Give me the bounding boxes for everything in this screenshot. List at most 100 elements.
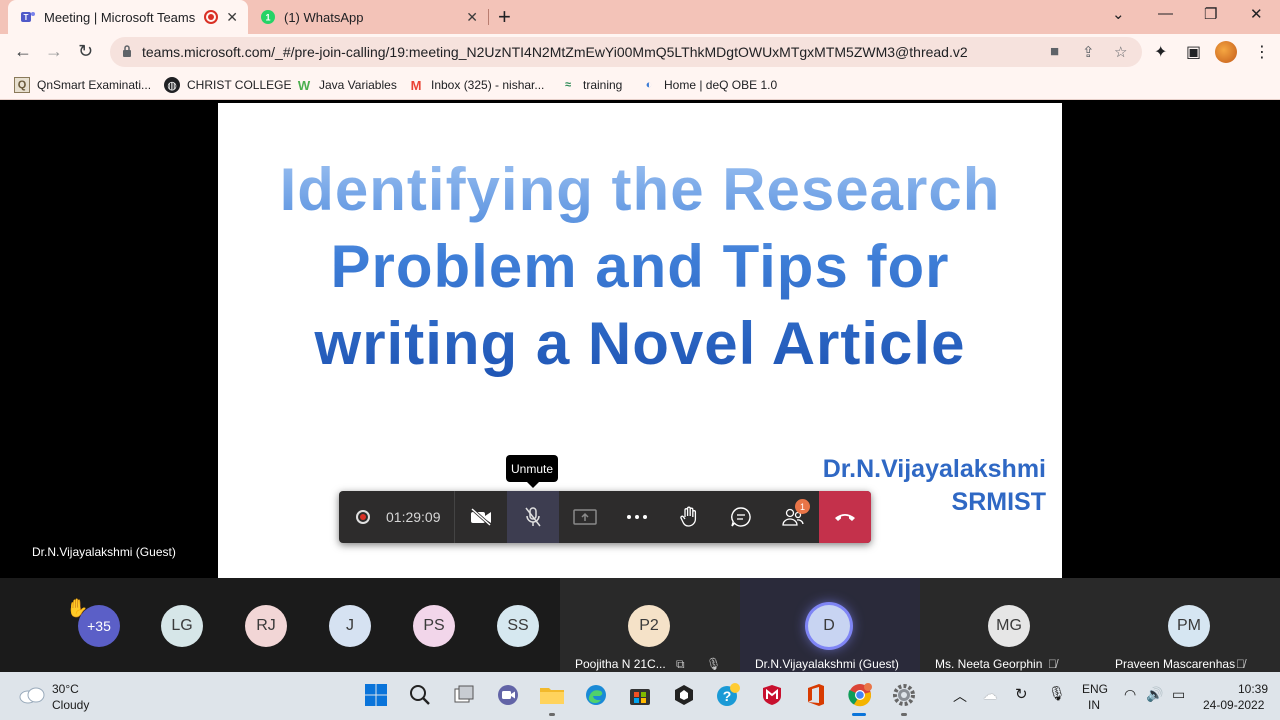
restore-icon[interactable]: ❐	[1204, 5, 1217, 23]
reload-icon[interactable]: ↻	[78, 41, 93, 62]
recording-icon	[204, 10, 218, 24]
qnsmart-icon: Q	[14, 77, 30, 93]
bookmarks-bar: Q QnSmart Examinati... ◍ CHRIST COLLEGE …	[0, 71, 1280, 100]
back-arrow-icon[interactable]: ←	[14, 41, 32, 62]
url-text: teams.microsoft.com/_#/pre-join-calling/…	[142, 44, 968, 60]
participant-avatar: MG	[988, 605, 1030, 647]
taskbar-file-explorer[interactable]	[537, 680, 567, 710]
language-indicator[interactable]: ENG	[1082, 682, 1108, 696]
raise-hand-button[interactable]	[663, 491, 715, 543]
camera-toggle-button[interactable]	[455, 491, 507, 543]
presenter-label: Dr.N.Vijayalakshmi (Guest)	[32, 545, 176, 559]
bookmark-java-variables[interactable]: W Java Variables	[296, 77, 397, 93]
bookmark-gmail-inbox[interactable]: M Inbox (325) - nishar...	[408, 77, 545, 93]
camera-off-icon	[471, 507, 491, 527]
raise-hand-icon	[680, 506, 697, 527]
tab-teams-meeting[interactable]: T Meeting | Microsoft Teams ✕	[8, 0, 248, 34]
raised-hand-icon: ✋	[66, 598, 89, 618]
gear-icon	[893, 684, 915, 706]
video-chat-icon	[498, 685, 518, 705]
leave-call-button[interactable]	[819, 491, 871, 543]
address-bar[interactable]: teams.microsoft.com/_#/pre-join-calling/…	[110, 37, 1142, 67]
bookmark-qnsmart[interactable]: Q QnSmart Examinati...	[14, 77, 151, 93]
svg-text:?: ?	[723, 688, 732, 704]
participants-button[interactable]: 1	[767, 491, 819, 543]
taskbar-meet-app[interactable]	[493, 680, 523, 710]
bookmark-training[interactable]: ≈ training	[560, 77, 622, 93]
deq-icon: ◐	[645, 79, 653, 91]
participant-name: Dr.N.Vijayalakshmi (Guest)	[755, 657, 899, 671]
slide-author-name: Dr.N.Vijayalakshmi	[822, 455, 1046, 483]
tab-title: (1) WhatsApp	[284, 9, 364, 25]
forward-arrow-icon[interactable]: →	[45, 41, 63, 62]
extensions-icon[interactable]: ✦	[1154, 42, 1167, 62]
share-screen-button[interactable]	[559, 491, 611, 543]
screen-share-icon: ⧉	[676, 657, 685, 671]
participants-count-badge: 1	[795, 499, 810, 514]
bookmark-star-icon[interactable]: ☆	[1114, 43, 1127, 61]
app-running-indicator	[549, 713, 555, 716]
side-panel-icon[interactable]: ▣	[1186, 42, 1201, 62]
camera-blocked-icon[interactable]: ■	[1050, 43, 1059, 60]
bookmark-christ-college[interactable]: ◍ CHRIST COLLEGE	[164, 77, 291, 93]
tab-search-chevron-icon[interactable]: ⌄	[1112, 5, 1125, 23]
participant-avatar[interactable]: LG	[161, 605, 203, 647]
slide-title-line: Problem and Tips for	[330, 233, 950, 300]
battery-icon[interactable]: ▭	[1172, 686, 1185, 703]
taskbar-settings[interactable]	[889, 680, 919, 710]
participant-avatar[interactable]: RJ	[245, 605, 287, 647]
close-tab-icon[interactable]: ✕	[226, 9, 238, 26]
gmail-icon: M	[410, 77, 422, 93]
close-window-icon[interactable]: ✕	[1250, 5, 1263, 23]
bookmark-deq-obe[interactable]: ◐ Home | deQ OBE 1.0	[641, 77, 778, 93]
app-active-indicator	[852, 713, 866, 716]
tab-whatsapp[interactable]: 1 (1) WhatsApp ✕	[252, 0, 488, 34]
microphone-icon[interactable]: 🎙	[1048, 685, 1066, 702]
more-dots-icon	[627, 515, 647, 519]
mic-toggle-button[interactable]	[507, 491, 559, 543]
share-icon[interactable]: ⇪	[1082, 43, 1095, 61]
sync-icon[interactable]: ↻	[1015, 685, 1028, 703]
profile-avatar[interactable]	[1215, 41, 1237, 63]
new-tab-icon[interactable]: +	[498, 4, 511, 30]
menu-kebab-icon[interactable]: ⋮	[1254, 42, 1270, 62]
taskbar-office[interactable]	[801, 680, 831, 710]
chrome-icon	[848, 683, 872, 707]
hang-up-icon	[835, 514, 855, 521]
unmute-tooltip: Unmute	[506, 455, 558, 488]
taskbar-mcafee[interactable]	[757, 680, 787, 710]
taskbar-app-shield[interactable]	[669, 680, 699, 710]
mic-off-icon	[525, 507, 541, 527]
wifi-icon[interactable]: ◠	[1124, 686, 1136, 703]
more-actions-button[interactable]	[611, 491, 663, 543]
search-icon	[410, 685, 430, 705]
show-hidden-icons-chevron-icon[interactable]: ︿	[953, 686, 967, 706]
svg-text:1: 1	[265, 13, 270, 23]
taskbar-store[interactable]	[625, 680, 655, 710]
taskbar-chrome[interactable]	[845, 680, 875, 710]
minimize-icon[interactable]: —	[1158, 5, 1173, 22]
whatsapp-icon: 1	[261, 10, 275, 24]
shield-app-icon	[675, 685, 693, 705]
browser-toolbar: ← → ↻ teams.microsoft.com/_#/pre-join-ca…	[0, 34, 1280, 71]
participant-avatar[interactable]: PS	[413, 605, 455, 647]
close-tab-icon[interactable]: ✕	[466, 9, 478, 26]
participant-avatar[interactable]: J	[329, 605, 371, 647]
volume-icon[interactable]: 🔊	[1146, 686, 1163, 703]
clock-time[interactable]: 10:39	[1238, 682, 1268, 696]
taskbar-edge[interactable]	[581, 680, 611, 710]
task-view-button[interactable]	[449, 680, 479, 710]
weather-widget[interactable]	[18, 684, 46, 709]
mcafee-icon	[763, 685, 781, 705]
start-button[interactable]	[361, 680, 391, 710]
search-button[interactable]	[405, 680, 435, 710]
cloud-icon	[19, 687, 45, 704]
chat-button[interactable]	[715, 491, 767, 543]
taskbar-help[interactable]: ?	[713, 680, 743, 710]
onedrive-cloud-icon[interactable]: ☁	[983, 686, 997, 703]
participant-avatar[interactable]: SS	[497, 605, 539, 647]
call-control-bar: 01:29:09 1	[339, 491, 871, 543]
folder-icon	[540, 688, 564, 704]
teams-icon: T	[21, 12, 35, 22]
lock-icon	[123, 45, 131, 57]
